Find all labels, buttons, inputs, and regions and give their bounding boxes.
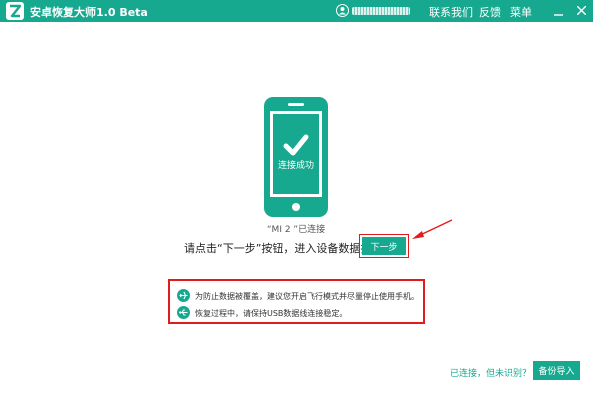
red-arrow-icon: [412, 219, 453, 239]
airplane-icon: [177, 289, 190, 302]
title-bar: 安卓恢复大师1.0 Beta 联系我们 反馈 菜单: [0, 0, 593, 22]
backup-import-button[interactable]: 备份导入: [533, 361, 580, 380]
contact-us-link[interactable]: 联系我们: [429, 4, 473, 20]
app-logo-icon: [6, 2, 24, 20]
user-avatar-icon[interactable]: [336, 4, 349, 17]
phone-connected-icon: [264, 97, 328, 217]
close-icon[interactable]: [577, 6, 586, 15]
user-name-redacted: [352, 7, 410, 15]
app-title: 安卓恢复大师1.0 Beta: [30, 6, 148, 19]
instruction-text: 请点击“下一步”按钮，进入设备数据扫描: [184, 242, 383, 255]
minimize-icon[interactable]: [554, 7, 563, 16]
device-status: “MI 2 ”已连接: [266, 225, 326, 235]
next-step-button[interactable]: 下一步: [362, 237, 406, 255]
tip-usb-text: 恢复过程中，请保持USB数据线连接稳定。: [195, 309, 348, 318]
feedback-link[interactable]: 反馈: [479, 4, 501, 20]
not-recognized-link[interactable]: 已连接，但未识别？: [450, 366, 531, 379]
usb-icon: [177, 306, 190, 319]
menu-link[interactable]: 菜单: [510, 4, 532, 20]
tip-airplane-text: 为防止数据被覆盖，建议您开启飞行模式并尽量停止使用手机。: [195, 292, 419, 301]
connection-success-label: 连接成功: [277, 161, 314, 171]
tips-box: 为防止数据被覆盖，建议您开启飞行模式并尽量停止使用手机。 恢复过程中，请保持US…: [168, 279, 425, 324]
